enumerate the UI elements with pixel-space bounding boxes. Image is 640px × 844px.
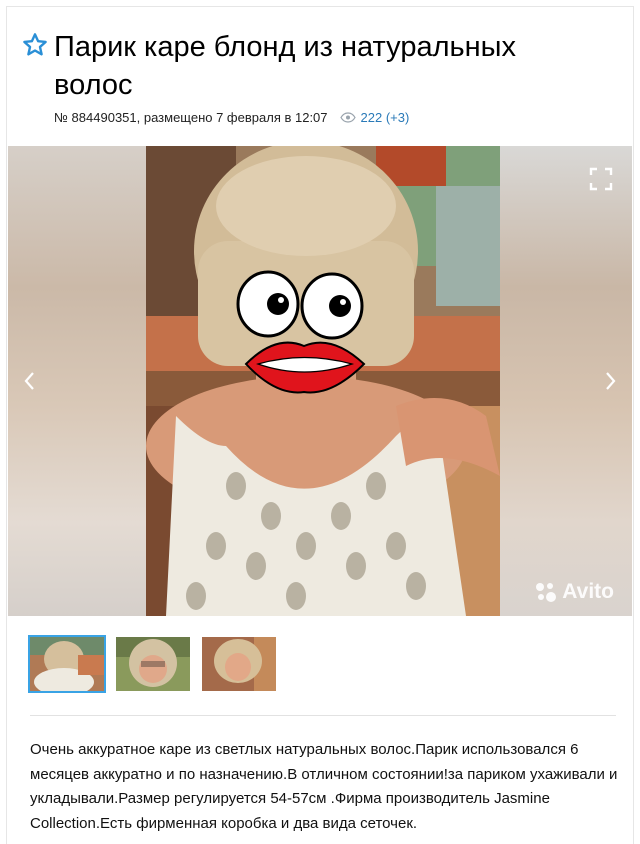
avito-watermark: Avito bbox=[534, 580, 614, 604]
listing-meta: № 884490351, размещено 7 февраля в 12:07… bbox=[54, 110, 409, 125]
photo-gallery[interactable]: Avito bbox=[8, 146, 632, 616]
thumbnail-strip bbox=[28, 635, 276, 693]
avito-logo-icon bbox=[536, 583, 557, 602]
thumbnail-3[interactable] bbox=[202, 637, 276, 691]
listing-description: Очень аккуратное каре из светлых натурал… bbox=[30, 741, 618, 832]
chevron-right-icon[interactable] bbox=[600, 368, 620, 394]
chevron-left-icon[interactable] bbox=[20, 368, 40, 394]
listing-title: Парик каре блонд из натуральных волос bbox=[54, 31, 516, 101]
views-counter: 222 (+3) bbox=[339, 110, 410, 125]
section-divider bbox=[30, 715, 616, 716]
listing-number-date: № 884490351, размещено 7 февраля в 12:07 bbox=[54, 110, 328, 125]
thumbnail-1[interactable] bbox=[28, 635, 106, 693]
main-photo bbox=[146, 146, 500, 616]
star-icon[interactable] bbox=[22, 32, 48, 58]
views-count: 222 (+3) bbox=[360, 110, 410, 125]
thumbnail-2[interactable] bbox=[116, 637, 190, 691]
eye-icon bbox=[339, 112, 356, 123]
watermark-text: Avito bbox=[562, 580, 614, 603]
expand-icon[interactable] bbox=[588, 166, 614, 192]
